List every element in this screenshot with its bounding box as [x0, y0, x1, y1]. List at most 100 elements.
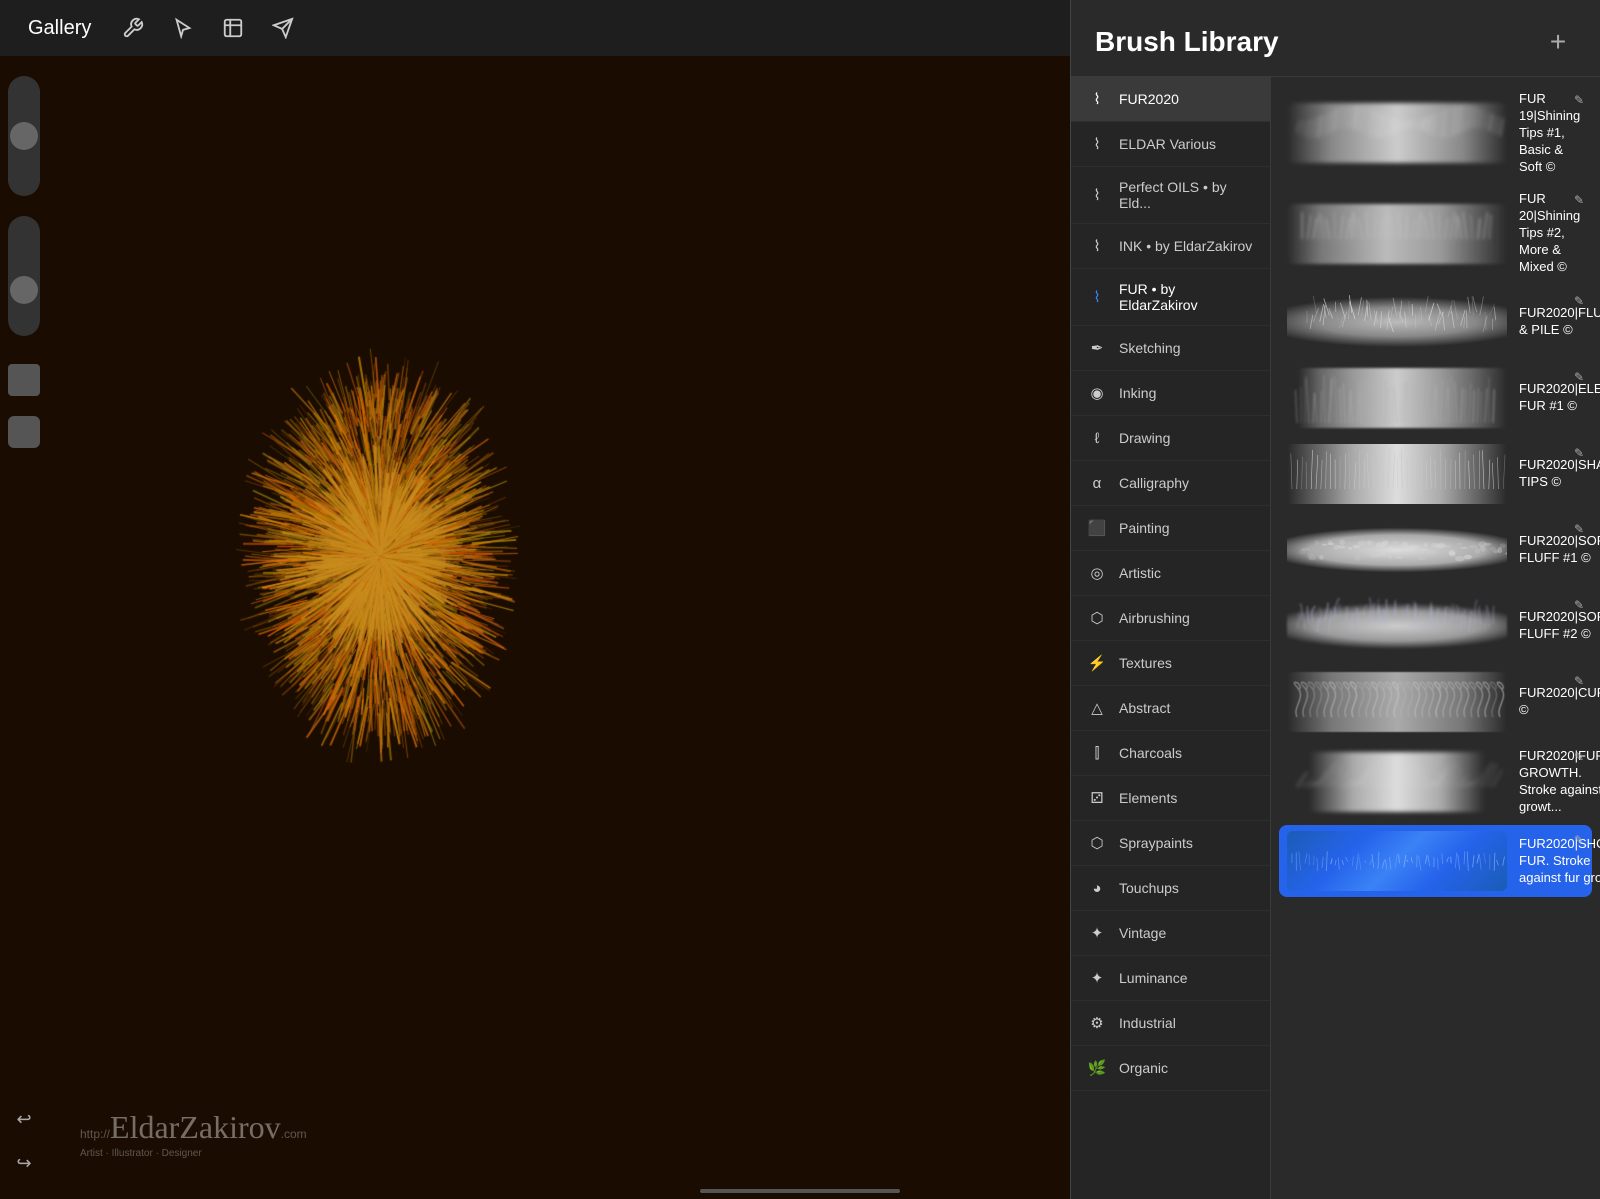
category-icon-sketching: ✒ — [1087, 338, 1107, 358]
category-icon-inking: ◉ — [1087, 383, 1107, 403]
category-icon-organic: 🌿 — [1087, 1058, 1107, 1078]
opacity-value[interactable] — [8, 416, 40, 448]
category-icon-luminance: ✦ — [1087, 968, 1107, 988]
category-item-spraypaints[interactable]: ⬡Spraypaints — [1071, 821, 1270, 866]
category-item-luminance[interactable]: ✦ Luminance — [1071, 956, 1270, 1001]
category-label-luminance: Luminance — [1119, 970, 1188, 986]
brush-edit-icon-b3[interactable]: ✎ — [1574, 294, 1584, 308]
category-icon-fur-by-eldar: ⌇ — [1087, 287, 1107, 307]
brush-item-b9[interactable]: FUR2020|FUR GROWTH. Stroke against growt… — [1279, 742, 1592, 822]
brush-edit-icon-b2[interactable]: ✎ — [1574, 193, 1584, 207]
category-item-inking[interactable]: ◉Inking — [1071, 371, 1270, 416]
category-label-spraypaints: Spraypaints — [1119, 835, 1193, 851]
category-item-airbrushing[interactable]: ⬡Airbrushing — [1071, 596, 1270, 641]
category-icon-charcoals: ⫿ — [1087, 743, 1107, 763]
brush-preview-b8 — [1287, 672, 1507, 732]
brush-edit-icon-b10[interactable]: ✎ — [1574, 833, 1584, 847]
category-label-artistic: Artistic — [1119, 565, 1161, 581]
brush-item-b7[interactable]: FUR2020|SOFT FLUFF #2 ©✎ — [1279, 590, 1592, 662]
category-item-painting[interactable]: ⬛Painting — [1071, 506, 1270, 551]
category-item-touchups[interactable]: ◕Touchups — [1071, 866, 1270, 911]
category-item-vintage[interactable]: ✦ Vintage — [1071, 911, 1270, 956]
brush-info-b6: FUR2020|SOFT FLUFF #1 © — [1507, 533, 1600, 567]
brush-preview-b7 — [1287, 596, 1507, 656]
category-item-drawing[interactable]: ℓ Drawing — [1071, 416, 1270, 461]
brush-info-b2: FUR 20|Shining Tips #2, More & Mixed © — [1507, 191, 1584, 275]
brush-preview-b3 — [1287, 292, 1507, 352]
brush-edit-icon-b6[interactable]: ✎ — [1574, 522, 1584, 536]
undo-button[interactable]: ↩ — [8, 1103, 40, 1135]
brush-item-b6[interactable]: FUR2020|SOFT FLUFF #1 ©✎ — [1279, 514, 1592, 586]
brush-name-b6: FUR2020|SOFT FLUFF #1 © — [1519, 533, 1600, 567]
size-thumb[interactable] — [10, 276, 38, 304]
brush-edit-icon-b7[interactable]: ✎ — [1574, 598, 1584, 612]
brush-preview-b5 — [1287, 444, 1507, 504]
category-item-sketching[interactable]: ✒ Sketching — [1071, 326, 1270, 371]
brush-preview-b10 — [1287, 831, 1507, 891]
category-item-fur2020[interactable]: ⌇FUR2020 — [1071, 77, 1270, 122]
brush-info-b4: FUR2020|ELEGANT FUR #1 © — [1507, 381, 1600, 415]
category-label-perfect-oils: Perfect OILS • by Eld... — [1119, 179, 1254, 211]
brush-edit-icon-b9[interactable]: ✎ — [1574, 750, 1584, 764]
opacity-slider[interactable] — [8, 76, 40, 196]
brush-item-b2[interactable]: FUR 20|Shining Tips #2, More & Mixed ©✎ — [1279, 185, 1592, 281]
category-item-fur-by-eldar[interactable]: ⌇FUR • by EldarZakirov — [1071, 269, 1270, 326]
brush-edit-icon-b1[interactable]: ✎ — [1574, 93, 1584, 107]
brush-info-b5: FUR2020|SHARP TIPS © — [1507, 457, 1600, 491]
brush-preview-b6 — [1287, 520, 1507, 580]
category-icon-airbrushing: ⬡ — [1087, 608, 1107, 628]
color-swatch[interactable] — [8, 364, 40, 396]
gallery-button[interactable]: Gallery — [20, 13, 99, 44]
category-icon-drawing: ℓ — [1087, 428, 1107, 448]
brush-item-b8[interactable]: FUR2020|CURLY ©✎ — [1279, 666, 1592, 738]
category-icon-painting: ⬛ — [1087, 518, 1107, 538]
category-item-textures[interactable]: ⚡Textures — [1071, 641, 1270, 686]
category-icon-ink: ⌇ — [1087, 236, 1107, 256]
left-sidebar: ↩ ↪ — [0, 56, 48, 1199]
brush-item-b1[interactable]: FUR 19|Shining Tips #1, Basic & Soft ©✎ — [1279, 85, 1592, 181]
brush-item-b4[interactable]: FUR2020|ELEGANT FUR #1 ©✎ — [1279, 362, 1592, 434]
category-item-calligraphy[interactable]: αCalligraphy — [1071, 461, 1270, 506]
brush-name-b3: FUR2020|FLUFF & PILE © — [1519, 305, 1600, 339]
share-icon[interactable] — [267, 12, 299, 44]
brush-item-b5[interactable]: FUR2020|SHARP TIPS ©✎ — [1279, 438, 1592, 510]
category-item-industrial[interactable]: ⚙Industrial — [1071, 1001, 1270, 1046]
brush-item-b3[interactable]: FUR2020|FLUFF & PILE ©✎ — [1279, 286, 1592, 358]
category-icon-artistic: ◎ — [1087, 563, 1107, 583]
brush-edit-icon-b5[interactable]: ✎ — [1574, 446, 1584, 460]
category-icon-elements: ⚂ — [1087, 788, 1107, 808]
size-slider[interactable] — [8, 216, 40, 336]
category-item-eldar-various[interactable]: ⌇ELDAR Various — [1071, 122, 1270, 167]
brush-list: FUR 19|Shining Tips #1, Basic & Soft ©✎F… — [1271, 77, 1600, 1199]
add-brush-button[interactable]: + — [1540, 24, 1576, 60]
wrench-icon[interactable] — [117, 12, 149, 44]
brush-item-b10[interactable]: FUR2020|SHORT FUR. Stroke against fur gr… — [1279, 825, 1592, 897]
category-item-charcoals[interactable]: ⫿Charcoals — [1071, 731, 1270, 776]
brush-edit-icon-b4[interactable]: ✎ — [1574, 370, 1584, 384]
brush-name-b5: FUR2020|SHARP TIPS © — [1519, 457, 1600, 491]
category-item-artistic[interactable]: ◎ Artistic — [1071, 551, 1270, 596]
brush-name-b10: FUR2020|SHORT FUR. Stroke against fur gr… — [1519, 836, 1600, 887]
brush-library-header: Brush Library + — [1071, 0, 1600, 77]
category-icon-calligraphy: α — [1087, 473, 1107, 493]
category-item-elements[interactable]: ⚂Elements — [1071, 776, 1270, 821]
brush-name-b9: FUR2020|FUR GROWTH. Stroke against growt… — [1519, 748, 1600, 816]
category-item-abstract[interactable]: △Abstract — [1071, 686, 1270, 731]
category-label-drawing: Drawing — [1119, 430, 1170, 446]
category-item-perfect-oils[interactable]: ⌇Perfect OILS • by Eld... — [1071, 167, 1270, 224]
redo-button[interactable]: ↪ — [8, 1147, 40, 1179]
category-label-fur2020: FUR2020 — [1119, 91, 1179, 107]
opacity-thumb[interactable] — [10, 122, 38, 150]
category-icon-vintage: ✦ — [1087, 923, 1107, 943]
brush-edit-icon-b8[interactable]: ✎ — [1574, 674, 1584, 688]
transform-icon[interactable] — [217, 12, 249, 44]
category-label-eldar-various: ELDAR Various — [1119, 136, 1216, 152]
category-label-sketching: Sketching — [1119, 340, 1180, 356]
category-item-organic[interactable]: 🌿Organic — [1071, 1046, 1270, 1091]
category-item-ink[interactable]: ⌇INK • by EldarZakirov — [1071, 224, 1270, 269]
bottom-scrollbar[interactable] — [700, 1189, 900, 1193]
selection-icon[interactable] — [167, 12, 199, 44]
watermark: http://EldarZakirov.com Artist · Illustr… — [80, 1109, 307, 1159]
brush-info-b9: FUR2020|FUR GROWTH. Stroke against growt… — [1507, 748, 1600, 816]
category-label-vintage: Vintage — [1119, 925, 1166, 941]
